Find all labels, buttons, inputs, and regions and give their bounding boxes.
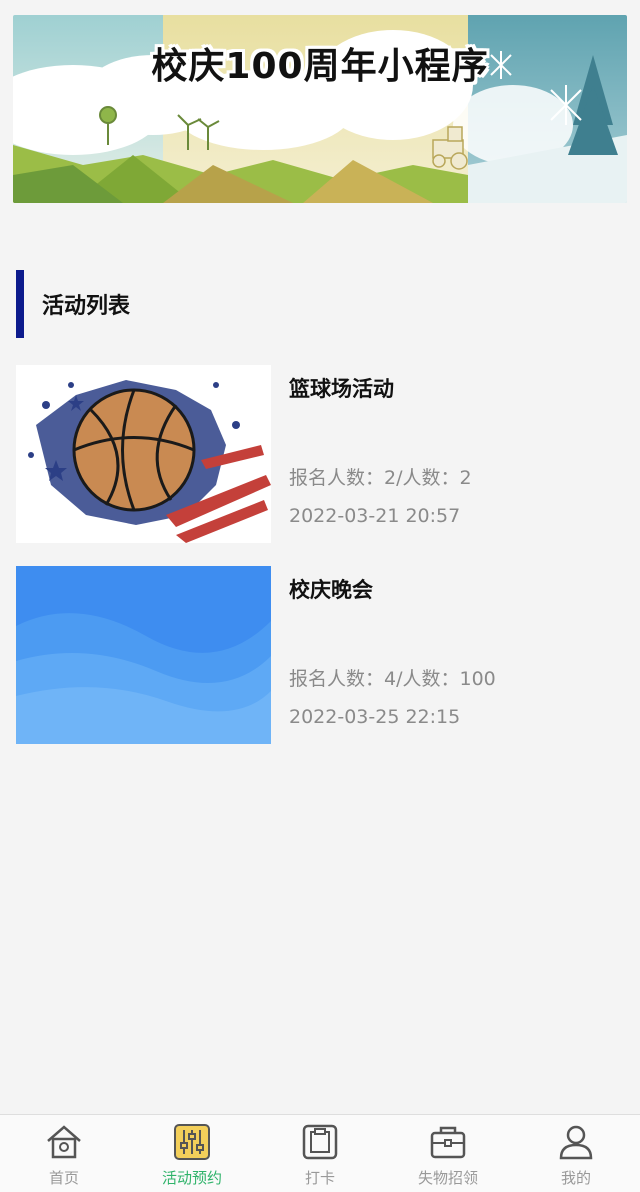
blue-wave-illustration — [16, 566, 271, 744]
section-title: 活动列表 — [42, 294, 131, 319]
bottom-tab-bar: 首页 活动预约 打卡 失物招领 我的 — [0, 1114, 640, 1192]
basketball-illustration — [16, 365, 271, 543]
banner-title: 校庆100周年小程序 — [151, 46, 489, 87]
tab-label: 我的 — [560, 1169, 591, 1187]
activity-title: 篮球场活动 — [289, 377, 394, 401]
section-header: 活动列表 — [16, 270, 616, 338]
tab-check-in[interactable]: 打卡 — [256, 1115, 384, 1192]
banner[interactable]: 校庆100周年小程序 — [13, 15, 627, 203]
section-accent-bar — [16, 270, 24, 338]
tab-label: 活动预约 — [161, 1169, 222, 1187]
activity-date: 2022-03-25 22:15 — [289, 706, 461, 728]
sliders-icon — [174, 1124, 210, 1160]
basketball-image[interactable] — [16, 365, 271, 543]
activity-list-page: 校庆100周年小程序 活动列表 篮球场活动 报名人数：2/人数：2 2022-0… — [0, 0, 640, 1192]
tab-activity-booking[interactable]: 活动预约 — [128, 1115, 256, 1192]
bag-icon — [430, 1126, 466, 1159]
activity-item-basketball[interactable]: 篮球场活动 报名人数：2/人数：2 2022-03-21 20:57 — [16, 365, 626, 543]
tab-label: 打卡 — [304, 1169, 335, 1187]
activity-date: 2022-03-21 20:57 — [289, 505, 461, 527]
activity-title: 校庆晚会 — [289, 578, 373, 602]
home-icon — [47, 1125, 81, 1159]
activity-count: 报名人数：2/人数：2 — [289, 467, 472, 489]
clipboard-icon — [302, 1124, 338, 1160]
tab-label: 失物招领 — [417, 1169, 478, 1187]
tab-home[interactable]: 首页 — [0, 1115, 128, 1192]
activity-count: 报名人数：4/人数：100 — [289, 668, 496, 690]
activity-item-gala[interactable]: 校庆晚会 报名人数：4/人数：100 2022-03-25 22:15 — [16, 566, 626, 744]
tab-lost-found[interactable]: 失物招领 — [384, 1115, 512, 1192]
tab-mine[interactable]: 我的 — [512, 1115, 640, 1192]
tab-label: 首页 — [48, 1169, 79, 1187]
user-icon — [559, 1125, 593, 1160]
blue-wave-image[interactable] — [16, 566, 271, 744]
